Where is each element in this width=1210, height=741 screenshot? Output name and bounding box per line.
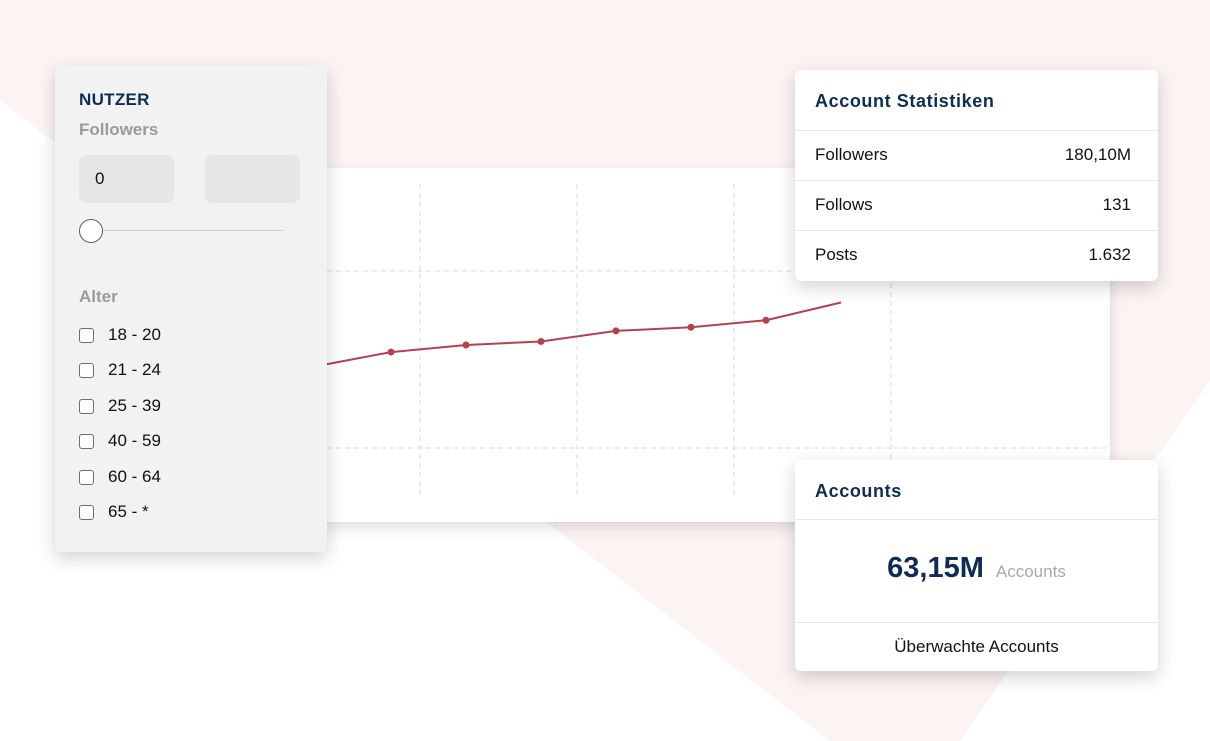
accounts-card: Accounts 63,15M Accounts Überwachte Accou…	[795, 460, 1158, 671]
age-option-label: 65 - *	[108, 502, 149, 521]
accounts-card-title: Accounts	[815, 481, 902, 501]
stats-row-value: 180,10M	[1064, 145, 1131, 164]
age-checkbox[interactable]	[79, 398, 94, 414]
age-option[interactable]: 18 - 20	[79, 324, 161, 346]
age-checkbox[interactable]	[79, 327, 94, 343]
age-option[interactable]: 25 - 39	[79, 395, 161, 417]
age-option[interactable]: 65 - *	[79, 501, 149, 523]
followers-slider-track[interactable]	[93, 230, 283, 231]
age-option-label: 21 - 24	[108, 360, 161, 379]
followers-max-input[interactable]	[205, 155, 300, 203]
data-point[interactable]	[387, 348, 395, 356]
data-point[interactable]	[612, 327, 620, 335]
stats-row-label: Followers	[815, 145, 888, 164]
stats-row: Followers 180,10M	[795, 130, 1158, 180]
age-label: Alter	[79, 287, 118, 306]
data-point[interactable]	[762, 316, 770, 324]
accounts-unit: Accounts	[995, 562, 1066, 581]
stats-card-title: Account Statistiken	[815, 91, 995, 111]
data-point[interactable]	[537, 337, 545, 345]
accounts-metric: 63,15M Accounts	[795, 552, 1158, 585]
age-option-label: 18 - 20	[108, 325, 161, 344]
series-line	[315, 301, 842, 368]
accounts-footer: Überwachte Accounts	[894, 637, 1059, 656]
age-option-label: 25 - 39	[108, 396, 161, 415]
data-point[interactable]	[462, 341, 470, 349]
account-stats-card: Account Statistiken Followers 180,10M Fo…	[795, 70, 1158, 281]
stats-row-label: Follows	[815, 195, 873, 214]
stats-row: Follows 131	[795, 180, 1158, 230]
age-checkbox[interactable]	[79, 433, 94, 449]
followers-min-input[interactable]	[79, 155, 174, 203]
age-option[interactable]: 60 - 64	[79, 466, 161, 488]
divider	[795, 622, 1158, 623]
followers-slider-thumb[interactable]	[79, 219, 103, 243]
accounts-value: 63,15M	[887, 552, 984, 584]
stats-row: Posts 1.632	[795, 230, 1158, 280]
stats-row-value: 1.632	[1088, 245, 1131, 264]
age-checkbox[interactable]	[79, 504, 94, 520]
age-checkbox[interactable]	[79, 362, 94, 378]
divider	[795, 519, 1158, 520]
followers-label: Followers	[79, 120, 159, 139]
age-checkbox[interactable]	[79, 469, 94, 485]
panel-title: NUTZER	[79, 90, 150, 109]
age-option-label: 40 - 59	[108, 431, 161, 450]
stats-row-label: Posts	[815, 245, 858, 264]
filter-panel: NUTZER Followers Alter 18 - 20 21 - 24 2…	[55, 65, 327, 552]
age-option[interactable]: 21 - 24	[79, 359, 161, 381]
data-point[interactable]	[687, 323, 695, 331]
stats-row-value: 131	[1102, 195, 1131, 214]
age-option-label: 60 - 64	[108, 467, 161, 486]
age-option[interactable]: 40 - 59	[79, 430, 161, 452]
